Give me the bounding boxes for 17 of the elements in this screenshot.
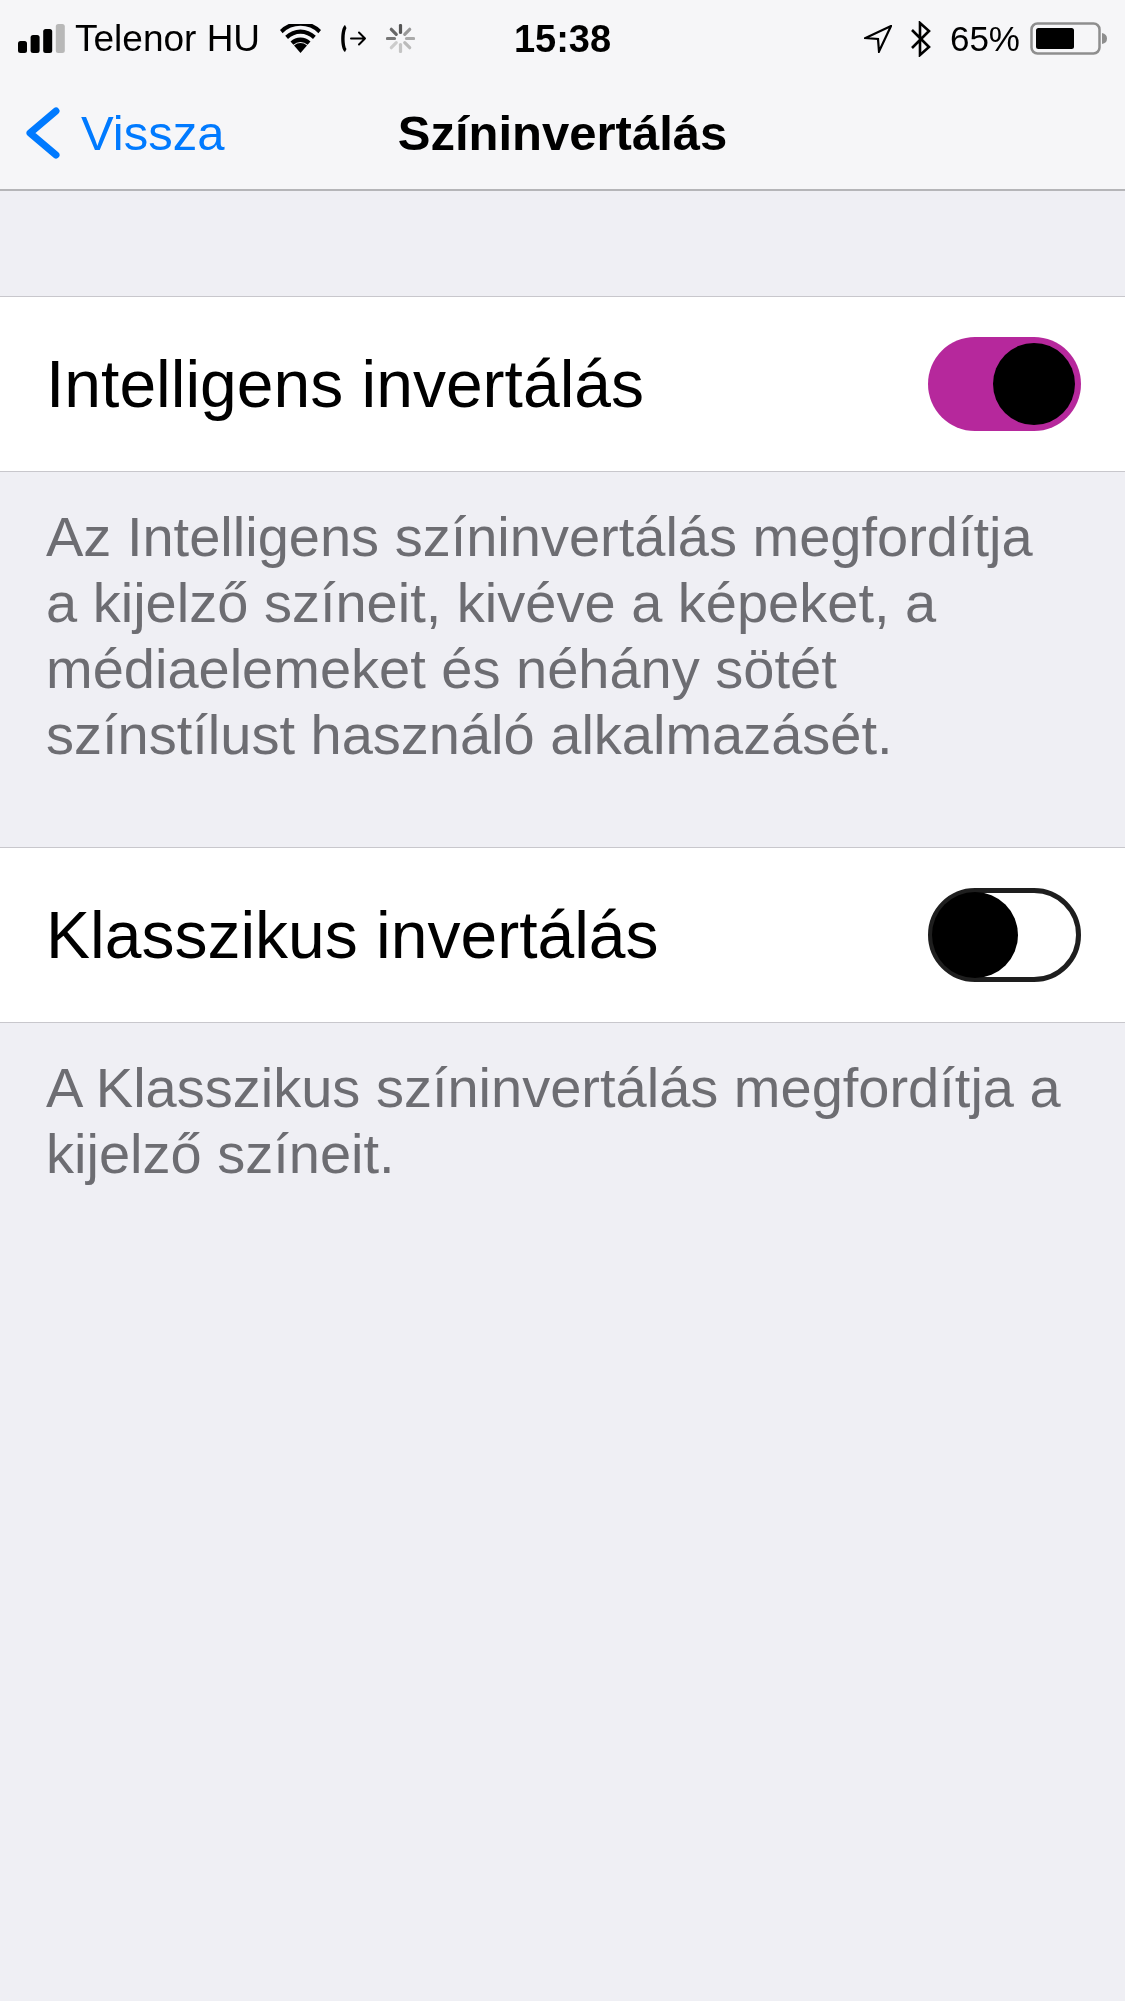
back-chevron-icon — [24, 107, 61, 159]
back-button[interactable]: Vissza — [24, 107, 225, 159]
phone-arrow-icon — [339, 24, 368, 53]
setting-label: Klasszikus invertálás — [46, 902, 659, 968]
battery-percentage: 65% — [949, 21, 1020, 56]
activity-spinner-icon — [386, 24, 416, 53]
back-label: Vissza — [81, 108, 225, 158]
setting-description: A Klasszikus színinvertálás megfordítja a kijelző színeit. — [45, 1055, 1062, 1187]
carrier-name: Telenor HU — [75, 20, 261, 57]
signal-bars-icon — [18, 24, 65, 53]
screen-title: Színinvertálás — [397, 108, 728, 158]
clock-time: 15:38 — [513, 19, 612, 58]
wifi-icon — [280, 24, 322, 53]
bluetooth-icon — [909, 20, 932, 57]
setting-description: Az Intelligens színinvertálás megfordítja a kijelző színeit, kivéve a képeket, a médiaelemeket és néhány sötét színstílust használó alkalmazásét. — [45, 504, 1034, 768]
location-arrow-icon — [863, 24, 892, 53]
battery-icon — [1030, 22, 1107, 55]
